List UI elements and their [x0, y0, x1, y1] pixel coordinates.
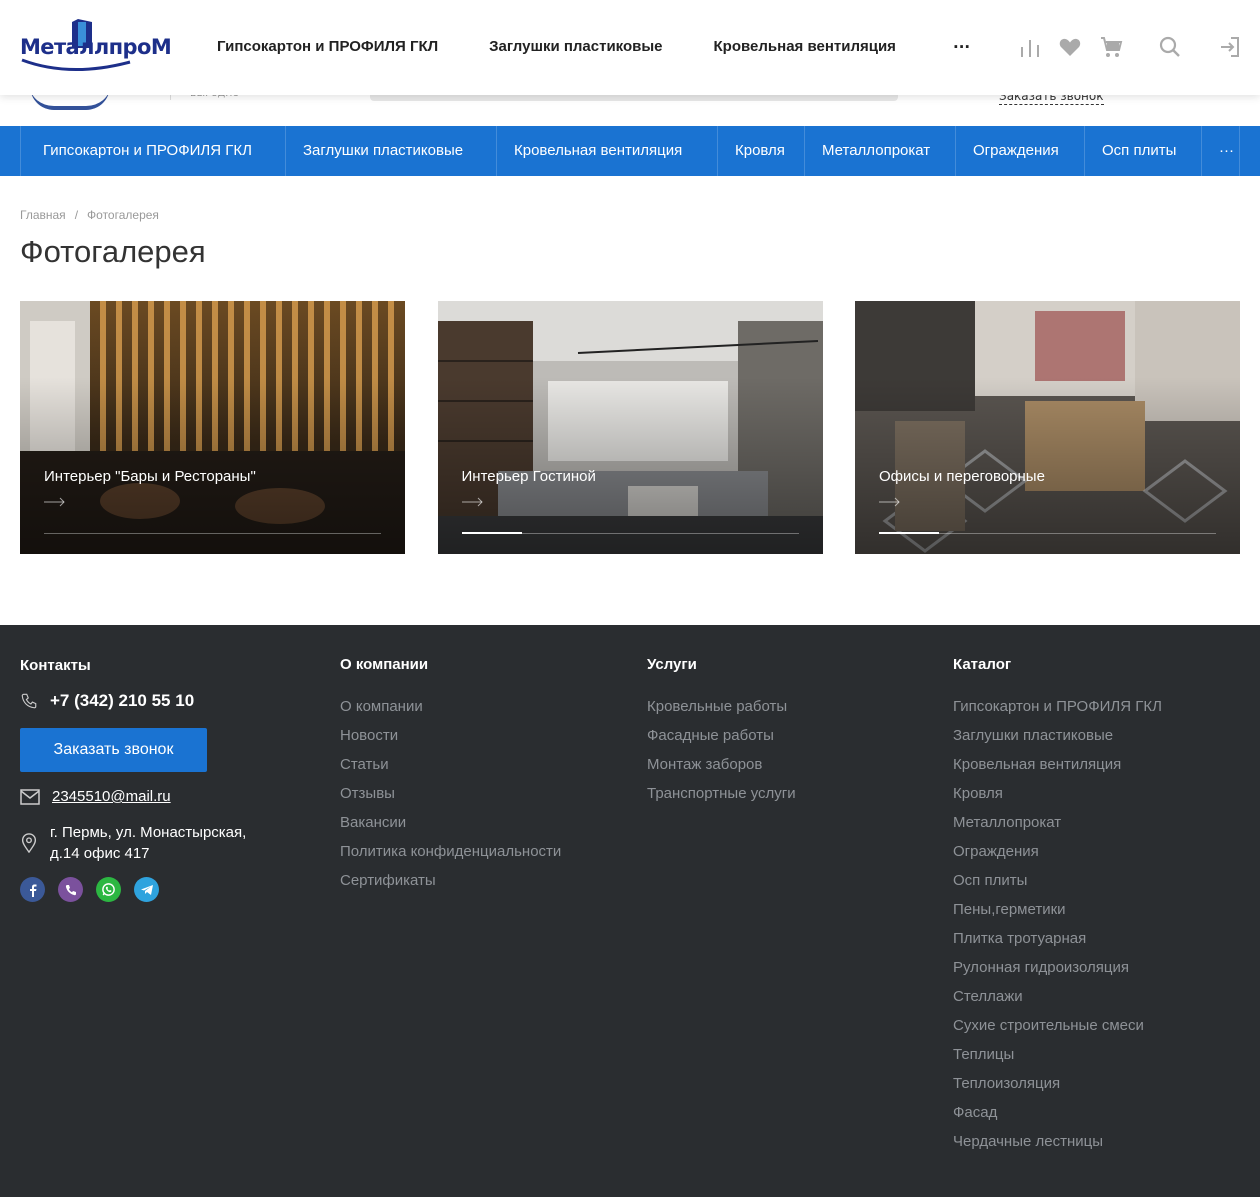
catalog-menu: Гипсокартон и ПРОФИЛЯ ГКЛ Заглушки пласт… [0, 126, 1260, 176]
menu-item-gypsum[interactable]: Гипсокартон и ПРОФИЛЯ ГКЛ [20, 126, 285, 176]
footer-catalog-link[interactable]: Рулонная гидроизоляция [953, 953, 1162, 982]
location-pin-icon [21, 833, 37, 853]
footer-link-roofing-works[interactable]: Кровельные работы [647, 692, 796, 721]
gallery-card-title: Интерьер Гостиной [461, 468, 596, 485]
gallery-card[interactable]: Офисы и переговорные [855, 301, 1240, 554]
footer-phone-number[interactable]: +7 (342) 210 55 10 [50, 691, 194, 711]
breadcrumb-current: Фотогалерея [87, 208, 159, 222]
footer-address: г. Пермь, ул. Монастырская, д.14 офис 41… [20, 822, 270, 864]
logo[interactable]: МеталлпроМ [20, 18, 172, 76]
footer-link-transport[interactable]: Транспортные услуги [647, 779, 796, 808]
logo-text: МеталлпроМ [20, 35, 172, 59]
menu-item-fences[interactable]: Ограждения [955, 126, 1084, 176]
compare-icon[interactable] [1018, 35, 1042, 59]
footer-catalog-link[interactable]: Фасад [953, 1098, 1162, 1127]
footer-company-heading: О компании [340, 656, 429, 673]
menu-item-plugs[interactable]: Заглушки пластиковые [285, 126, 496, 176]
footer-address-text: г. Пермь, ул. Монастырская, д.14 офис 41… [50, 824, 247, 862]
card-progress-track [44, 533, 381, 534]
heart-icon[interactable] [1058, 35, 1082, 59]
footer-catalog-link[interactable]: Плитка тротуарная [953, 924, 1162, 953]
footer-link-reviews[interactable]: Отзывы [340, 779, 561, 808]
footer-link-about[interactable]: О компании [340, 692, 561, 721]
footer-catalog-link[interactable]: Ограждения [953, 837, 1162, 866]
menu-item-roofing[interactable]: Кровля [717, 126, 804, 176]
menu-item-more[interactable]: ··· [1201, 126, 1240, 176]
footer-link-news[interactable]: Новости [340, 721, 561, 750]
social-links [20, 877, 172, 902]
arrow-right-icon [461, 497, 483, 507]
gallery-card[interactable]: Интерьер "Бары и Рестораны" [20, 301, 405, 554]
breadcrumb-home[interactable]: Главная [20, 208, 66, 222]
footer-services-column: Услуги Кровельные работы Фасадные работы… [647, 656, 796, 808]
footer-catalog-link[interactable]: Теплицы [953, 1040, 1162, 1069]
footer-catalog-heading: Каталог [953, 656, 1012, 673]
footer-link-vacancies[interactable]: Вакансии [340, 808, 561, 837]
fixed-nav-item-gypsum[interactable]: Гипсокартон и ПРОФИЛЯ ГКЛ [217, 38, 438, 55]
footer-catalog-link[interactable]: Чердачные лестницы [953, 1127, 1162, 1156]
footer-catalog-link[interactable]: Кровельная вентиляция [953, 750, 1162, 779]
footer-link-articles[interactable]: Статьи [340, 750, 561, 779]
fixed-nav-item-ventilation[interactable]: Кровельная вентиляция [714, 38, 896, 55]
footer-catalog-link[interactable]: Гипсокартон и ПРОФИЛЯ ГКЛ [953, 692, 1162, 721]
fixed-header: МеталлпроМ Гипсокартон и ПРОФИЛЯ ГКЛ Заг… [0, 0, 1260, 95]
arrow-right-icon [44, 497, 65, 507]
footer-link-facade-works[interactable]: Фасадные работы [647, 721, 796, 750]
footer-catalog-link[interactable]: Осп плиты [953, 866, 1162, 895]
footer-catalog-link[interactable]: Заглушки пластиковые [953, 721, 1162, 750]
footer-catalog-link[interactable]: Сухие строительные смеси [953, 1011, 1162, 1040]
footer-catalog-link[interactable]: Стеллажи [953, 982, 1162, 1011]
menu-item-metal[interactable]: Металлопрокат [804, 126, 955, 176]
facebook-icon[interactable] [20, 877, 45, 902]
footer-phone[interactable]: +7 (342) 210 55 10 [20, 691, 194, 711]
whatsapp-icon[interactable] [96, 877, 121, 902]
card-overlay [20, 301, 405, 554]
footer-catalog-link[interactable]: Металлопрокат [953, 808, 1162, 837]
fixed-nav-more[interactable]: ··· [953, 38, 970, 56]
gallery-card-title: Офисы и переговорные [879, 468, 1045, 485]
fixed-nav: Гипсокартон и ПРОФИЛЯ ГКЛ Заглушки пласт… [217, 38, 947, 55]
footer: Контакты +7 (342) 210 55 10 Заказать зво… [0, 625, 1260, 1197]
footer-link-fence-install[interactable]: Монтаж заборов [647, 750, 796, 779]
search-icon[interactable] [1158, 35, 1182, 59]
menu-item-ventilation[interactable]: Кровельная вентиляция [496, 126, 717, 176]
breadcrumb-separator: / [74, 208, 79, 222]
arrow-right-icon [879, 497, 900, 507]
gallery: Интерьер "Бары и Рестораны" Интерьер Гос… [20, 301, 1240, 554]
footer-company-column: О компании О компании Новости Статьи Отз… [340, 656, 561, 895]
breadcrumb: Главная / Фотогалерея [20, 208, 159, 222]
gallery-card-title: Интерьер "Бары и Рестораны" [44, 468, 256, 485]
footer-email[interactable]: 2345510@mail.ru [20, 788, 171, 805]
footer-email-link[interactable]: 2345510@mail.ru [52, 788, 171, 805]
phone-icon [21, 693, 37, 709]
card-overlay [437, 301, 823, 554]
card-overlay [855, 301, 1240, 554]
footer-contacts-heading: Контакты [20, 657, 91, 674]
footer-catalog-link[interactable]: Пены,герметики [953, 895, 1162, 924]
cart-icon[interactable] [1099, 35, 1123, 59]
footer-catalog-column: Каталог Гипсокартон и ПРОФИЛЯ ГКЛ Заглуш… [953, 656, 1162, 1156]
card-progress-active [461, 532, 522, 534]
mail-icon [20, 788, 40, 805]
footer-callback-button[interactable]: Заказать звонок [20, 728, 207, 772]
login-icon[interactable] [1218, 35, 1242, 59]
footer-catalog-link[interactable]: Теплоизоляция [953, 1069, 1162, 1098]
menu-item-osb[interactable]: Осп плиты [1084, 126, 1201, 176]
fixed-nav-item-plugs[interactable]: Заглушки пластиковые [489, 38, 662, 55]
card-progress-active [879, 532, 939, 534]
telegram-icon[interactable] [134, 877, 159, 902]
footer-link-privacy[interactable]: Политика конфиденциальности [340, 837, 561, 866]
viber-icon[interactable] [58, 877, 83, 902]
footer-services-heading: Услуги [647, 656, 697, 673]
footer-catalog-link[interactable]: Кровля [953, 779, 1162, 808]
page-title: Фотогалерея [20, 234, 206, 269]
gallery-card[interactable]: Интерьер Гостиной [437, 301, 823, 554]
footer-link-certificates[interactable]: Сертификаты [340, 866, 561, 895]
